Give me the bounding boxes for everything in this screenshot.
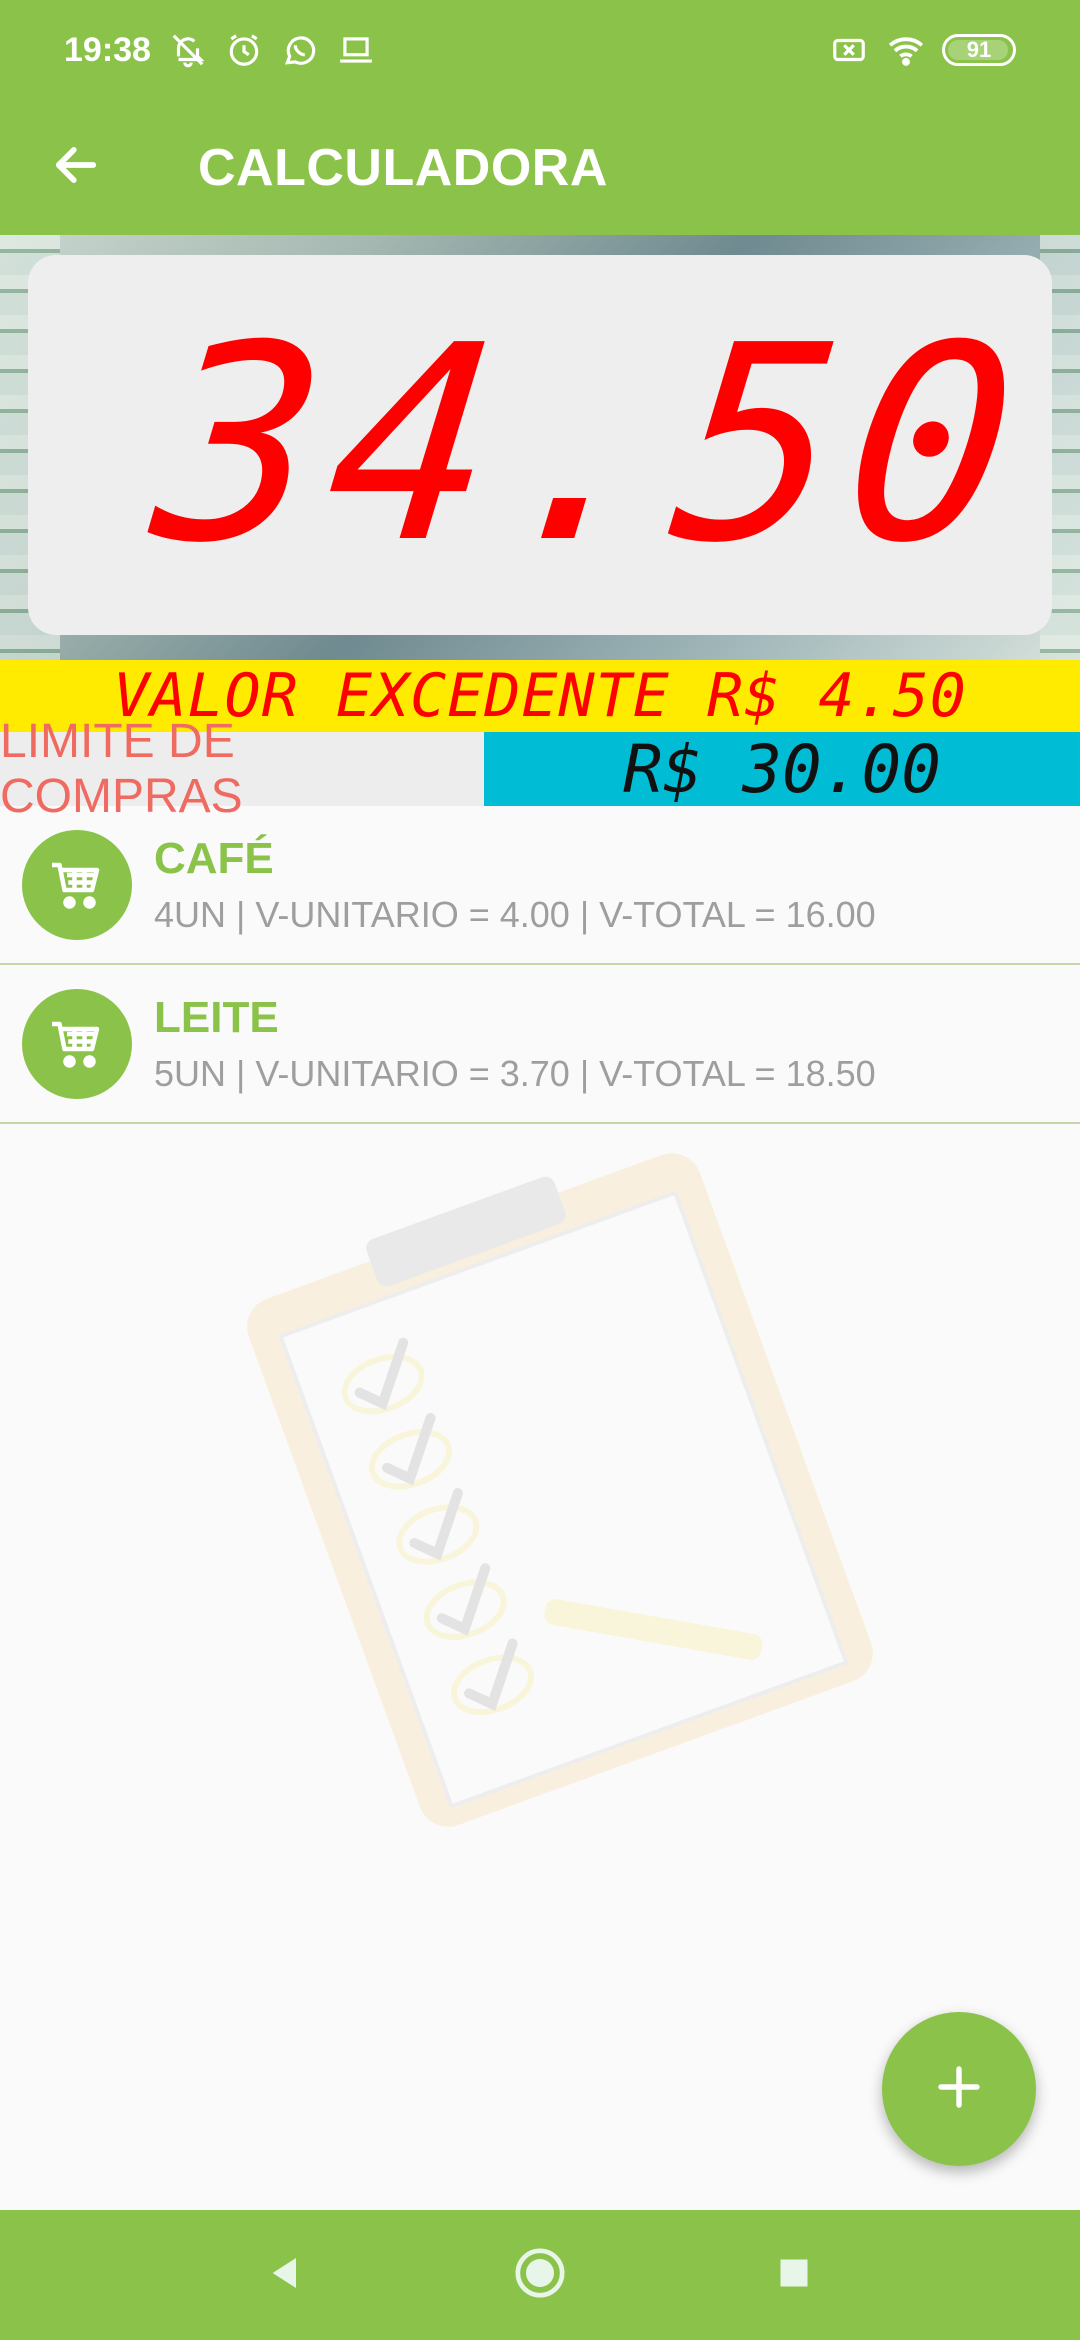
item-name: CAFÉ: [154, 833, 274, 883]
item-text: CAFÉ 4UN | V-UNITARIO = 4.00 | V-TOTAL =…: [154, 834, 876, 936]
whatsapp-icon: [281, 31, 319, 69]
list-item[interactable]: LEITE 5UN | V-UNITARIO = 3.70 | V-TOTAL …: [0, 965, 1080, 1124]
app-bar: CALCULADORA: [0, 100, 1080, 235]
status-bar: 19:38 91: [0, 0, 1080, 100]
limit-value[interactable]: R$ 30.00: [484, 731, 1080, 808]
nav-home-button[interactable]: [508, 2243, 572, 2307]
circle-home-icon: [512, 2245, 568, 2306]
limit-row: LIMITE DE COMPRAS R$ 30.00: [0, 715, 1080, 823]
total-value: 34.50: [142, 287, 1039, 602]
wifi-icon: [886, 31, 924, 69]
item-detail: 4UN | V-UNITARIO = 4.00 | V-TOTAL = 16.0…: [154, 893, 876, 935]
total-display: 34.50: [28, 255, 1052, 635]
shopping-cart-icon: [22, 988, 132, 1099]
status-left: 19:38: [64, 31, 375, 70]
page-title: CALCULADORA: [198, 138, 608, 197]
clipboard-watermark-icon: [150, 1150, 970, 1830]
battery-level: 91: [966, 37, 992, 62]
add-item-button[interactable]: [882, 2012, 1036, 2166]
system-navigation-bar: [0, 2210, 1080, 2340]
battery-icon: 91: [942, 34, 1016, 66]
shopping-cart-icon: [22, 829, 132, 940]
laptop-icon: [337, 31, 375, 69]
item-name: LEITE: [154, 992, 279, 1042]
nav-back-button[interactable]: [254, 2243, 318, 2307]
status-right: 91: [830, 31, 1016, 69]
bell-off-icon: [169, 31, 207, 69]
triangle-back-icon: [266, 2253, 306, 2298]
sim-disabled-icon: [830, 31, 868, 69]
alarm-icon: [225, 31, 263, 69]
display-area: 34.50: [0, 235, 1080, 660]
plus-icon: [932, 2060, 986, 2119]
square-recents-icon: [776, 2255, 812, 2296]
list-item[interactable]: CAFÉ 4UN | V-UNITARIO = 4.00 | V-TOTAL =…: [0, 806, 1080, 965]
item-list: CAFÉ 4UN | V-UNITARIO = 4.00 | V-TOTAL =…: [0, 806, 1080, 1124]
item-text: LEITE 5UN | V-UNITARIO = 3.70 | V-TOTAL …: [154, 993, 876, 1095]
nav-recents-button[interactable]: [762, 2243, 826, 2307]
item-detail: 5UN | V-UNITARIO = 3.70 | V-TOTAL = 18.5…: [154, 1052, 876, 1094]
status-time: 19:38: [64, 30, 151, 69]
limit-label: LIMITE DE COMPRAS: [0, 715, 484, 823]
arrow-left-icon: [50, 139, 102, 196]
back-button[interactable]: [36, 128, 116, 208]
